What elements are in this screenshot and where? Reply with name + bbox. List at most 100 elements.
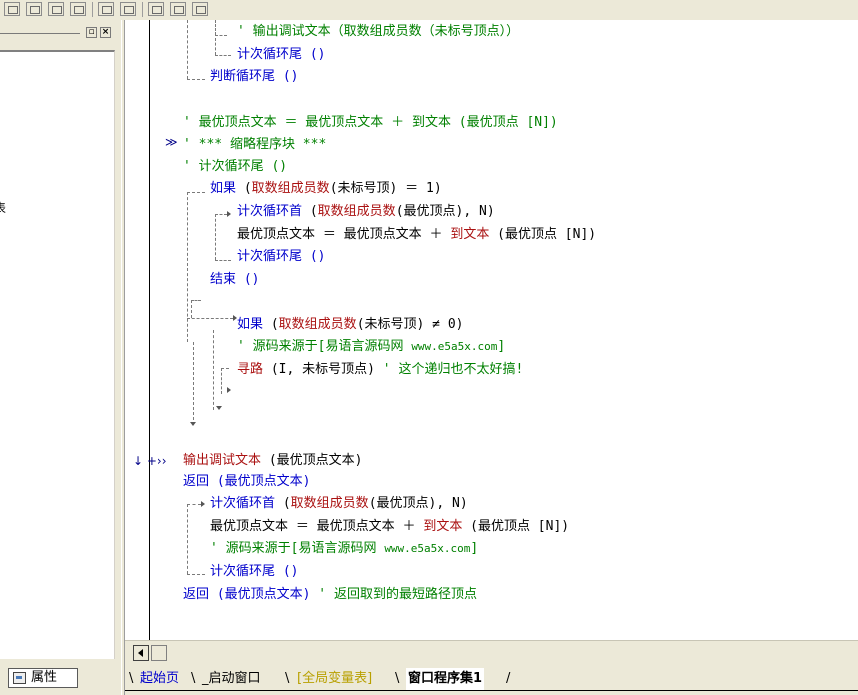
- document-tabs: \ 起始页 \ _启动窗口 \ [全局变量表] \ 窗口程序集1 /: [125, 662, 858, 695]
- tab-startup-window[interactable]: _启动窗口: [202, 668, 261, 690]
- align-left-icon[interactable]: [4, 2, 20, 16]
- code-line[interactable]: 计次循环尾 (): [210, 563, 298, 581]
- function-name: 取数组成员数: [290, 496, 369, 511]
- minimize-icon[interactable]: ▫: [86, 27, 97, 38]
- code-line[interactable]: 返回 (最优顶点文本) ' 返回取到的最短路径顶点: [183, 586, 477, 604]
- function-name: 寻路: [237, 362, 264, 377]
- space-vertical-icon[interactable]: [120, 2, 136, 16]
- code-text: 最优顶点文本 ＝ 最优顶点文本 ＋: [210, 519, 424, 534]
- keyword: 计次循环首: [210, 496, 276, 511]
- tab-start-page[interactable]: 起始页: [140, 668, 179, 690]
- space-horizontal-icon[interactable]: [98, 2, 114, 16]
- fold-marker-icon[interactable]: ≫: [165, 135, 178, 149]
- function-name: 输出调试文本: [183, 453, 262, 468]
- code-line[interactable]: ' 计次循环尾 (): [183, 158, 287, 176]
- flow-guide: [187, 574, 205, 575]
- left-panel: ▫ × 表 属性: [0, 20, 121, 695]
- code-line[interactable]: 返回 (最优顶点文本): [183, 473, 310, 491]
- tab-global-variables[interactable]: [全局变量表]: [297, 668, 372, 690]
- code-line[interactable]: 计次循环首 (取数组成员数(最优顶点), N): [237, 203, 495, 221]
- code-line[interactable]: 寻路 (I, 未标号顶点) ' 这个递归也不太好搞!: [237, 361, 523, 379]
- code-line[interactable]: ' 最优顶点文本 ＝ 最优顶点文本 ＋ 到文本 (最优顶点 [N]): [183, 114, 558, 132]
- panel-caption: ▫ ×: [0, 26, 118, 40]
- code-line[interactable]: ' *** 缩略程序块 ***: [183, 136, 326, 154]
- code-line[interactable]: 计次循环首 (取数组成员数(最优顶点), N): [210, 495, 468, 513]
- breakpoint-markers[interactable]: ↓ +››: [133, 454, 167, 468]
- toolbar: [0, 0, 858, 21]
- down-arrow-icon: [190, 422, 196, 426]
- flow-guide: [213, 330, 214, 410]
- code-line[interactable]: 结束 (): [210, 271, 259, 289]
- code-line[interactable]: ' 源码来源于[易语言源码网 www.e5a5x.com]: [210, 540, 478, 558]
- code-args: (最优顶点), N): [395, 204, 495, 219]
- close-icon[interactable]: ×: [100, 27, 111, 38]
- source-url: www.e5a5x.com: [411, 340, 498, 353]
- flow-guide: [221, 368, 229, 369]
- tab-window-assembly[interactable]: 窗口程序集1: [406, 668, 485, 690]
- align-center-icon[interactable]: [26, 2, 42, 16]
- code-line[interactable]: ' 源码来源于[易语言源码网 www.e5a5x.com]: [237, 338, 505, 356]
- code-line[interactable]: 计次循环尾 (): [237, 248, 325, 266]
- flow-guide: [215, 260, 231, 261]
- flow-guide: [187, 192, 188, 342]
- scroll-thumb[interactable]: [151, 645, 167, 661]
- flow-guide: [187, 192, 205, 193]
- code-line[interactable]: 最优顶点文本 ＝ 最优顶点文本 ＋ 到文本 (最优顶点 [N]): [210, 518, 569, 536]
- align-top-icon[interactable]: [48, 2, 64, 16]
- flow-guide: [215, 20, 216, 35]
- keyword: 如果: [210, 181, 237, 196]
- code-line[interactable]: 如果 (取数组成员数(未标号顶) ≠ 0): [237, 316, 463, 334]
- flow-guide: [221, 368, 222, 394]
- code-line[interactable]: 如果 (取数组成员数(未标号顶) ＝ 1): [210, 180, 442, 198]
- horizontal-scrollbar[interactable]: [125, 640, 858, 663]
- comment-text: ' 源码来源于[易语言源码网: [210, 541, 385, 556]
- same-height-icon[interactable]: [170, 2, 186, 16]
- code-line[interactable]: 输出调试文本 (最优顶点文本): [183, 452, 363, 470]
- branch-arrow-icon: [227, 387, 231, 393]
- code-line[interactable]: 判断循环尾 (): [210, 68, 298, 86]
- flow-guide: [187, 20, 188, 79]
- flow-guide: [187, 504, 201, 505]
- same-size-icon[interactable]: [192, 2, 208, 16]
- comment-mark: ': [183, 115, 191, 130]
- code-line[interactable]: 计次循环尾 (): [237, 46, 325, 64]
- source-url: www.e5a5x.com: [384, 542, 471, 555]
- properties-tab[interactable]: 属性: [8, 668, 78, 688]
- comment-text: ' 这个递归也不太好搞!: [374, 362, 524, 377]
- function-name: 到文本: [450, 227, 490, 242]
- flow-guide: [215, 35, 227, 36]
- code-line[interactable]: 最优顶点文本 ＝ 最优顶点文本 ＋ 到文本 (最优顶点 [N]): [237, 226, 596, 244]
- code-editor[interactable]: ' 输出调试文本（取数组成员数（未标号顶点）） 计次循环尾 () 判断循环尾 (…: [125, 20, 858, 640]
- caption-grip: [0, 33, 80, 34]
- function-name: 取数组成员数: [278, 317, 357, 332]
- tree-item-clipped[interactable]: 表: [0, 199, 6, 216]
- code-line[interactable]: ' 输出调试文本（取数组成员数（未标号顶点））: [237, 23, 519, 41]
- align-middle-icon[interactable]: [70, 2, 86, 16]
- down-arrow-icon: [216, 406, 222, 410]
- flow-guide: [187, 504, 188, 574]
- code-args: (最优顶点 [N]): [489, 227, 597, 242]
- comment-text: 最优顶点文本 ＝ 最优顶点文本 ＋ 到文本 (最优顶点 [N]): [198, 115, 558, 130]
- loop-arrow-icon: [227, 211, 231, 217]
- code-args: (最优顶点), N): [368, 496, 468, 511]
- flow-guide: [187, 318, 233, 319]
- toolbar-separator: [142, 2, 143, 17]
- keyword: 如果: [237, 317, 264, 332]
- panel-tree[interactable]: 表: [0, 50, 115, 659]
- debug-output-arg: （取数组成员数（未标号顶点））: [330, 24, 520, 39]
- code-args: (最优顶点文本): [261, 453, 363, 468]
- flow-guide: [187, 79, 205, 80]
- keyword: 返回 (最优顶点文本): [183, 587, 311, 602]
- scroll-left-icon[interactable]: [133, 645, 149, 661]
- comment-text: ' 源码来源于[易语言源码网: [237, 339, 412, 354]
- keyword: 计次循环首: [237, 204, 303, 219]
- debug-output-call: 输出调试文本: [252, 24, 331, 39]
- code-args: (未标号顶) ≠ 0): [356, 317, 464, 332]
- loop-arrow-icon: [201, 501, 205, 507]
- flow-guide: [215, 55, 231, 56]
- flow-guide: [215, 38, 216, 55]
- tabs-baseline: [125, 690, 858, 691]
- same-width-icon[interactable]: [148, 2, 164, 16]
- flow-guide: [215, 214, 227, 215]
- function-name: 取数组成员数: [317, 204, 396, 219]
